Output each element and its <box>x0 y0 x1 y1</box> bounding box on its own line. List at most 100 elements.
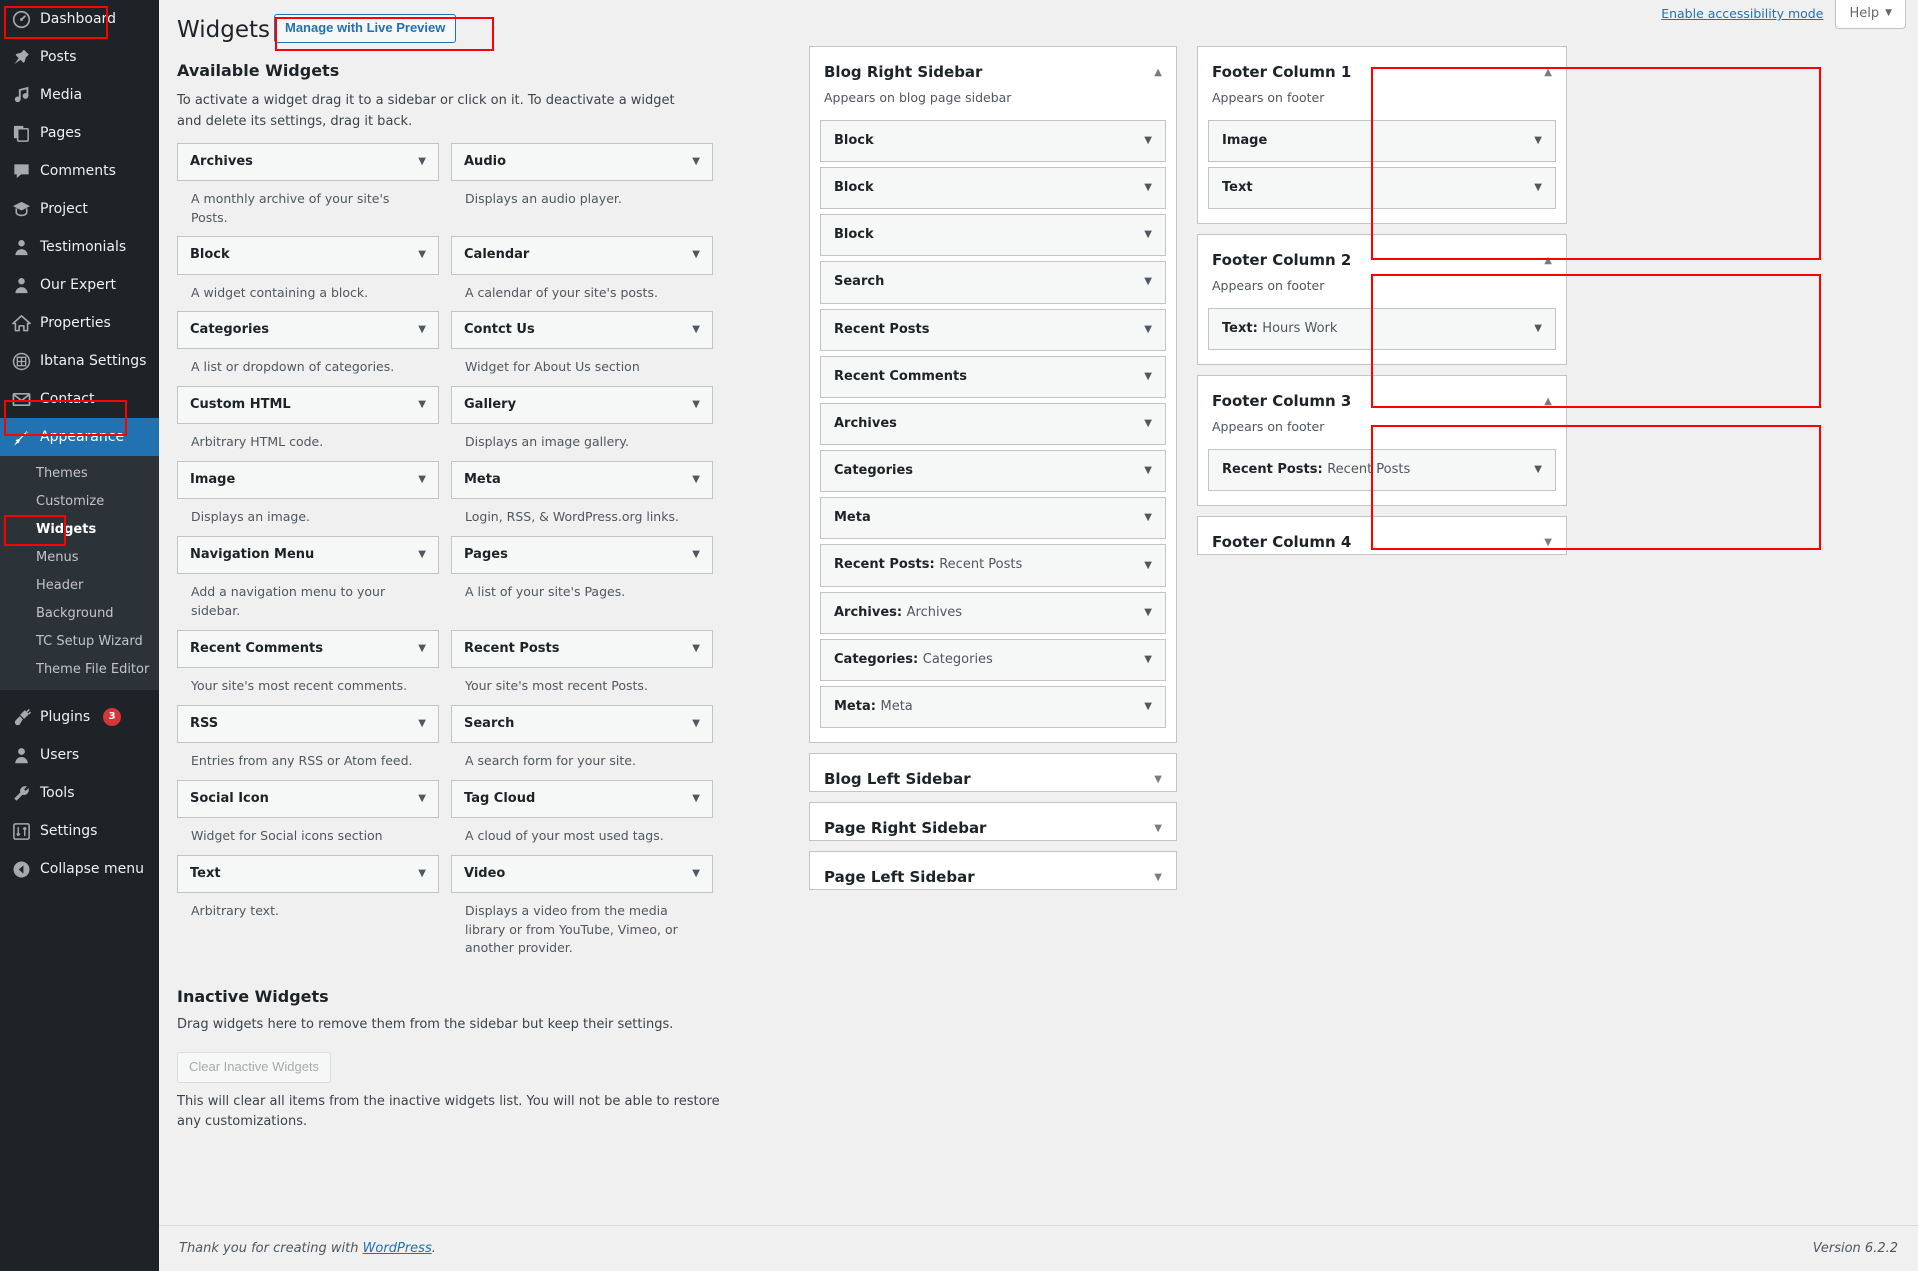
sidebar-item-contact[interactable]: Contact <box>0 380 159 418</box>
help-button[interactable]: Help ▼ <box>1835 0 1906 29</box>
widget-area-header[interactable]: Blog Right Sidebar ▲ <box>820 48 1166 83</box>
clear-inactive-widgets-button[interactable]: Clear Inactive Widgets <box>177 1052 332 1084</box>
sidebar-item-dashboard[interactable]: Dashboard <box>0 0 159 38</box>
chevron-down-icon[interactable]: ▼ <box>1534 183 1542 193</box>
sidebar-item-plugins[interactable]: Plugins 3 <box>0 698 159 736</box>
available-widget[interactable]: Search ▼ A search form for your site. <box>451 704 713 780</box>
available-widget[interactable]: Categories ▼ A list or dropdown of categor… <box>177 311 439 386</box>
available-widget[interactable]: Gallery ▼ Displays an image gallery. <box>451 386 713 461</box>
available-widget[interactable]: Contct Us ▼ Widget for About Us section <box>451 311 713 386</box>
toggle-panel-icon[interactable]: ▼ <box>1154 769 1162 785</box>
available-widget-header[interactable]: RSS ▼ <box>177 704 439 743</box>
sidebar-item-posts[interactable]: Posts <box>0 38 159 76</box>
chevron-down-icon[interactable]: ▼ <box>1144 135 1152 146</box>
chevron-down-icon[interactable]: ▼ <box>418 400 426 410</box>
available-widget[interactable]: Block ▼ A widget containing a block. <box>177 236 439 311</box>
chevron-down-icon[interactable]: ▼ <box>692 400 700 410</box>
chevron-down-icon[interactable]: ▼ <box>1534 135 1542 146</box>
widget-area-header[interactable]: Footer Column 4 ▼ <box>1208 518 1556 553</box>
available-widget[interactable]: Audio ▼ Displays an audio player. <box>451 142 713 237</box>
available-widget[interactable]: RSS ▼ Entries from any RSS or Atom feed. <box>177 704 439 780</box>
sidebar-item-tools[interactable]: Tools <box>0 774 159 812</box>
chevron-down-icon[interactable]: ▼ <box>418 250 426 260</box>
available-widget[interactable]: Pages ▼ A list of your site's Pages. <box>451 536 713 630</box>
available-widget-header[interactable]: Tag Cloud ▼ <box>451 779 713 818</box>
chevron-down-icon[interactable]: ▼ <box>1144 654 1152 665</box>
available-widget-header[interactable]: Archives ▼ <box>177 142 439 181</box>
chevron-down-icon[interactable]: ▼ <box>1534 464 1542 475</box>
assigned-widget[interactable]: Block ▼ <box>820 214 1166 257</box>
assigned-widget[interactable]: Block ▼ <box>820 119 1166 162</box>
assigned-widget[interactable]: Text: Hours Work ▼ <box>1208 307 1556 351</box>
submenu-item-theme-file-editor[interactable]: Theme File Editor <box>0 656 159 684</box>
chevron-down-icon[interactable]: ▼ <box>418 718 426 729</box>
assigned-widget[interactable]: Archives: Archives ▼ <box>820 591 1166 634</box>
chevron-down-icon[interactable]: ▼ <box>418 156 426 167</box>
widget-area-header[interactable]: Footer Column 2 ▲ <box>1208 236 1556 271</box>
toggle-panel-icon[interactable]: ▲ <box>1544 62 1552 78</box>
sidebar-item-comments[interactable]: Comments <box>0 152 159 190</box>
assigned-widget[interactable]: Recent Comments ▼ <box>820 355 1166 398</box>
available-widget-header[interactable]: Search ▼ <box>451 704 713 743</box>
submenu-item-background[interactable]: Background <box>0 600 159 628</box>
toggle-panel-icon[interactable]: ▲ <box>1154 62 1162 78</box>
available-widget[interactable]: Meta ▼ Login, RSS, & WordPress.org links. <box>451 461 713 536</box>
chevron-down-icon[interactable]: ▼ <box>418 793 426 804</box>
assigned-widget[interactable]: Text ▼ <box>1208 166 1556 210</box>
chevron-down-icon[interactable]: ▼ <box>1144 418 1152 429</box>
sidebar-item-users[interactable]: Users <box>0 736 159 774</box>
chevron-down-icon[interactable]: ▼ <box>1144 607 1152 618</box>
available-widget-header[interactable]: Video ▼ <box>451 854 713 893</box>
toggle-panel-icon[interactable]: ▼ <box>1544 532 1552 548</box>
available-widget-header[interactable]: Contct Us ▼ <box>451 311 713 350</box>
chevron-down-icon[interactable]: ▼ <box>418 550 426 560</box>
available-widget-header[interactable]: Gallery ▼ <box>451 386 713 425</box>
sidebar-item-testimonials[interactable]: Testimonials <box>0 228 159 266</box>
chevron-down-icon[interactable]: ▼ <box>692 250 700 260</box>
chevron-down-icon[interactable]: ▼ <box>1144 513 1152 523</box>
available-widget-header[interactable]: Calendar ▼ <box>451 236 713 275</box>
available-widget[interactable]: Video ▼ Displays a video from the media li… <box>451 854 713 967</box>
chevron-down-icon[interactable]: ▼ <box>418 475 426 485</box>
available-widget-header[interactable]: Text ▼ <box>177 854 439 893</box>
toggle-panel-icon[interactable]: ▼ <box>1154 867 1162 883</box>
chevron-down-icon[interactable]: ▼ <box>1144 183 1152 193</box>
available-widget-header[interactable]: Image ▼ <box>177 461 439 500</box>
chevron-down-icon[interactable]: ▼ <box>1144 230 1152 240</box>
assigned-widget[interactable]: Meta: Meta ▼ <box>820 686 1166 729</box>
chevron-down-icon[interactable]: ▼ <box>1144 466 1152 476</box>
available-widget[interactable]: Archives ▼ A monthly archive of your site'… <box>177 142 439 237</box>
widget-area-header[interactable]: Footer Column 1 ▲ <box>1208 48 1556 83</box>
assigned-widget[interactable]: Archives ▼ <box>820 402 1166 446</box>
toggle-panel-icon[interactable]: ▲ <box>1544 250 1552 266</box>
chevron-down-icon[interactable]: ▼ <box>692 550 700 560</box>
sidebar-item-media[interactable]: Media <box>0 76 159 114</box>
available-widget-header[interactable]: Custom HTML ▼ <box>177 386 439 425</box>
chevron-down-icon[interactable]: ▼ <box>692 643 700 654</box>
sidebar-item-pages[interactable]: Pages <box>0 114 159 152</box>
available-widget[interactable]: Image ▼ Displays an image. <box>177 461 439 536</box>
chevron-down-icon[interactable]: ▼ <box>692 475 700 485</box>
submenu-item-tc-setup-wizard[interactable]: TC Setup Wizard <box>0 628 159 656</box>
chevron-down-icon[interactable]: ▼ <box>692 156 700 167</box>
available-widget[interactable]: Social Icon ▼ Widget for Social icons sect… <box>177 779 439 855</box>
available-widget-header[interactable]: Recent Comments ▼ <box>177 629 439 668</box>
chevron-down-icon[interactable]: ▼ <box>1144 702 1152 712</box>
available-widget[interactable]: Recent Posts ▼ Your site's most recent Pos… <box>451 629 713 705</box>
chevron-down-icon[interactable]: ▼ <box>1144 324 1152 335</box>
chevron-down-icon[interactable]: ▼ <box>1534 323 1542 334</box>
submenu-item-menus[interactable]: Menus <box>0 544 159 572</box>
sidebar-item-settings[interactable]: Settings <box>0 812 159 850</box>
sidebar-item-project[interactable]: Project <box>0 190 159 228</box>
assigned-widget[interactable]: Recent Posts: Recent Posts ▼ <box>820 544 1166 587</box>
submenu-item-widgets[interactable]: Widgets <box>0 516 159 544</box>
available-widget[interactable]: Calendar ▼ A calendar of your site's posts… <box>451 236 713 311</box>
chevron-down-icon[interactable]: ▼ <box>692 868 700 879</box>
chevron-down-icon[interactable]: ▼ <box>418 868 426 879</box>
available-widget[interactable]: Custom HTML ▼ Arbitrary HTML code. <box>177 386 439 461</box>
toggle-panel-icon[interactable]: ▲ <box>1544 391 1552 407</box>
widget-area-header[interactable]: Footer Column 3 ▲ <box>1208 377 1556 412</box>
sidebar-item-appearance[interactable]: Appearance <box>0 418 159 456</box>
chevron-down-icon[interactable]: ▼ <box>692 325 700 335</box>
manage-with-live-preview-button[interactable]: Manage with Live Preview <box>273 13 457 43</box>
